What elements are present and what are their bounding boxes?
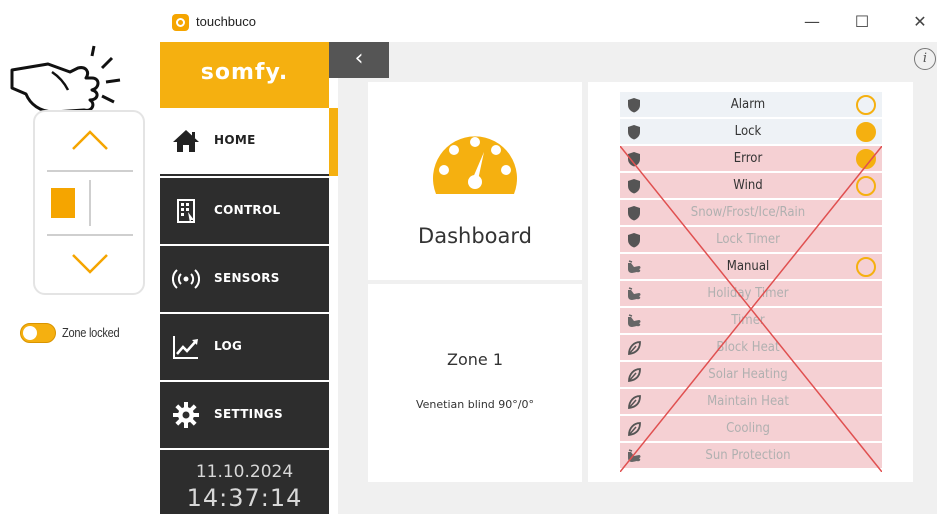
hand-icon [628,314,641,327]
sidebar-item-home[interactable]: HOME [160,108,329,174]
home-icon [173,130,199,152]
zone-locked-label: Zone locked [62,325,120,340]
status-indicator [856,176,876,196]
shield-icon [628,179,640,194]
control-icon [177,199,195,223]
status-label: Sun Protection [705,448,791,463]
shield-icon [628,233,640,248]
status-card: Alarm Lock Error Wind Snow/Frost/Ice/Rain Loc… [588,82,913,482]
status-label: Alarm [730,97,766,112]
chevron-up-icon[interactable] [70,128,110,152]
status-indicator [856,257,876,277]
log-icon [173,336,198,359]
leaf-icon [628,368,641,383]
sidebar-item-label: HOME [214,133,256,147]
sidebar-item-control[interactable]: CONTROL [160,176,329,242]
status-label: Block Heat [716,340,780,355]
status-row: Sun Protection [620,443,882,469]
window-title: touchbuco [196,14,256,29]
status-row: Maintain Heat [620,389,882,415]
status-label: Cooling [726,421,770,436]
status-indicator [856,95,876,115]
shield-icon [628,206,640,221]
status-label: Solar Heating [708,367,788,382]
sidebar-item-log[interactable]: LOG [160,312,329,378]
logo-text: somfy. [200,60,289,85]
status-label: Snow/Frost/Ice/Rain [690,205,806,220]
datetime-panel: 11.10.2024 14:37:14 [160,448,329,514]
remote-divider [47,170,133,172]
toggle-knob [23,326,37,340]
status-indicator [856,149,876,169]
stop-button[interactable] [51,188,75,218]
status-label: Manual [726,259,770,274]
maximize-button[interactable]: ☐ [850,10,874,34]
sidebar-item-label: SETTINGS [214,407,283,421]
chevron-down-icon[interactable] [70,252,110,276]
zone-title: Zone 1 [447,350,503,369]
sidebar-item-label: LOG [214,339,243,353]
app-logo-icon [172,14,189,31]
status-row: Block Heat [620,335,882,361]
leaf-icon [628,422,641,437]
active-indicator [329,108,338,176]
back-button[interactable]: ‹ [329,42,389,78]
sidebar-item-sensors[interactable]: SENSORS [160,244,329,310]
current-date: 11.10.2024 [195,462,294,482]
leaf-icon [628,341,641,356]
status-row: Error [620,146,882,172]
status-label: Wind [733,178,763,193]
title-bar: touchbuco — ☐ ✕ [160,0,937,42]
hand-icon [628,287,641,300]
shield-icon [628,125,640,140]
status-row: Timer [620,308,882,334]
shield-icon [628,98,640,113]
status-label: Lock [734,124,762,139]
status-indicator [856,122,876,142]
main-content: ‹ i Dashboard Zone 1 Venetian blind 90°/… [329,42,937,514]
status-label: Holiday Timer [707,286,789,301]
sidebar-item-settings[interactable]: SETTINGS [160,380,329,446]
status-label: Timer [731,313,765,328]
app-window: touchbuco — ☐ ✕ somfy. HOME CONTROL SENS… [160,0,937,514]
zone-card[interactable]: Zone 1 Venetian blind 90°/0° [368,284,582,482]
gear-icon [173,402,199,428]
status-list: Alarm Lock Error Wind Snow/Frost/Ice/Rain Loc… [620,92,882,474]
speedometer-icon [433,136,517,194]
status-row: Cooling [620,416,882,442]
zone-subtitle: Venetian blind 90°/0° [415,398,534,411]
minimize-button[interactable]: — [800,10,824,34]
hand-icon [628,449,641,462]
close-button[interactable]: ✕ [908,10,932,34]
status-label: Error [733,151,763,166]
leaf-icon [628,395,641,410]
current-time: 14:37:14 [186,484,303,512]
status-row: Snow/Frost/Ice/Rain [620,200,882,226]
remote-control [33,110,145,295]
zone-locked-toggle[interactable] [20,323,56,343]
shield-icon [628,152,640,167]
status-row: Lock [620,119,882,145]
status-row: Manual [620,254,882,280]
dashboard-label: Dashboard [418,224,532,248]
status-row: Lock Timer [620,227,882,253]
status-label: Maintain Heat [707,394,789,409]
sidebar: somfy. HOME CONTROL SENSORS LOG SETTINGS… [160,42,329,514]
sidebar-item-label: SENSORS [214,271,280,285]
info-button[interactable]: i [914,48,936,70]
sensors-icon [172,269,200,289]
status-row: Alarm [620,92,882,118]
status-row: Holiday Timer [620,281,882,307]
dashboard-card[interactable]: Dashboard [368,82,582,280]
remote-divider [89,180,91,226]
status-row: Wind [620,173,882,199]
screen: Zone locked touchbuco — ☐ ✕ somfy. HOME [0,0,937,514]
somfy-logo: somfy. [160,42,329,108]
hand-icon [628,260,641,273]
remote-divider [47,234,133,236]
sidebar-item-label: CONTROL [214,203,281,217]
status-label: Lock Timer [716,232,780,247]
status-row: Solar Heating [620,362,882,388]
